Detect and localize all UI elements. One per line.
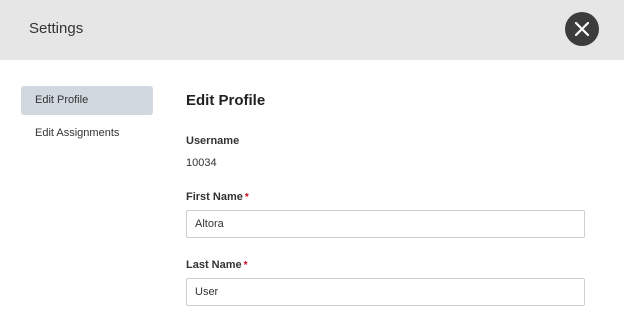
last-name-label-text: Last Name xyxy=(186,259,242,271)
first-name-field[interactable] xyxy=(186,210,585,238)
page-title: Edit Profile xyxy=(186,92,266,109)
last-name-label: Last Name * xyxy=(186,258,585,272)
settings-header: Settings xyxy=(0,0,624,60)
first-name-label: First Name * xyxy=(186,190,585,204)
last-name-field[interactable] xyxy=(186,278,585,306)
close-icon xyxy=(574,21,590,37)
required-indicator: * xyxy=(243,260,248,271)
settings-sidebar: Edit Profile Edit Assignments xyxy=(21,86,153,152)
close-button[interactable] xyxy=(565,12,599,46)
edit-profile-panel: Edit Profile Username 10034 First Name * … xyxy=(186,91,585,306)
first-name-label-text: First Name xyxy=(186,191,243,203)
sidebar-item-edit-assignments[interactable]: Edit Assignments xyxy=(21,119,153,148)
username-label: Username xyxy=(186,135,240,147)
dialog-title: Settings xyxy=(29,20,84,37)
username-value: 10034 xyxy=(186,157,217,169)
sidebar-item-edit-profile[interactable]: Edit Profile xyxy=(21,86,153,115)
required-indicator: * xyxy=(244,192,249,203)
